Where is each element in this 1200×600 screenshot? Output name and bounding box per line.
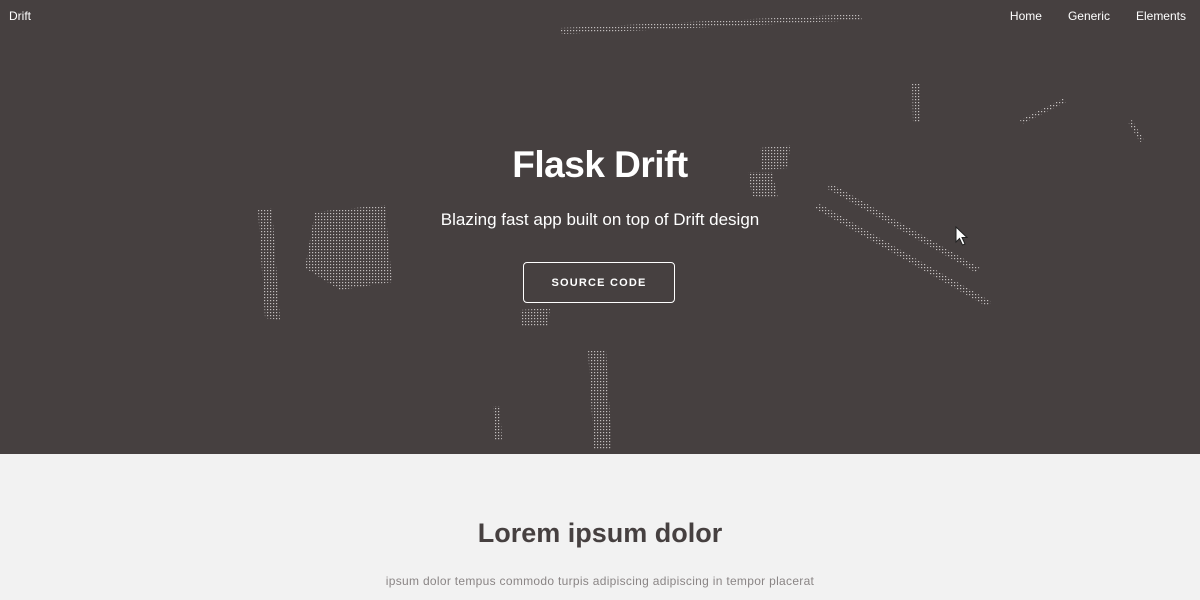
nav-generic-link[interactable]: Generic [1068,9,1110,23]
nav-links: Home Generic Elements [1010,9,1186,23]
hero-subtitle: Blazing fast app built on top of Drift d… [440,210,760,229]
nav-elements-link[interactable]: Elements [1136,9,1186,23]
nav-home-link[interactable]: Home [1010,9,1042,23]
brand-link[interactable]: Drift [9,9,31,23]
section-title: Lorem ipsum dolor [477,518,723,548]
mouse-cursor-icon [955,226,968,246]
top-navigation: Drift Home Generic Elements [0,0,1200,32]
hero-banner: Drift Home Generic Elements Flask Drift … [0,0,1200,454]
source-code-button[interactable]: SOURCE CODE [523,262,675,303]
hero-title: Flask Drift [512,144,688,185]
intro-section: Lorem ipsum dolor ipsum dolor tempus com… [0,454,1200,600]
section-text: ipsum dolor tempus commodo turpis adipis… [385,574,815,588]
